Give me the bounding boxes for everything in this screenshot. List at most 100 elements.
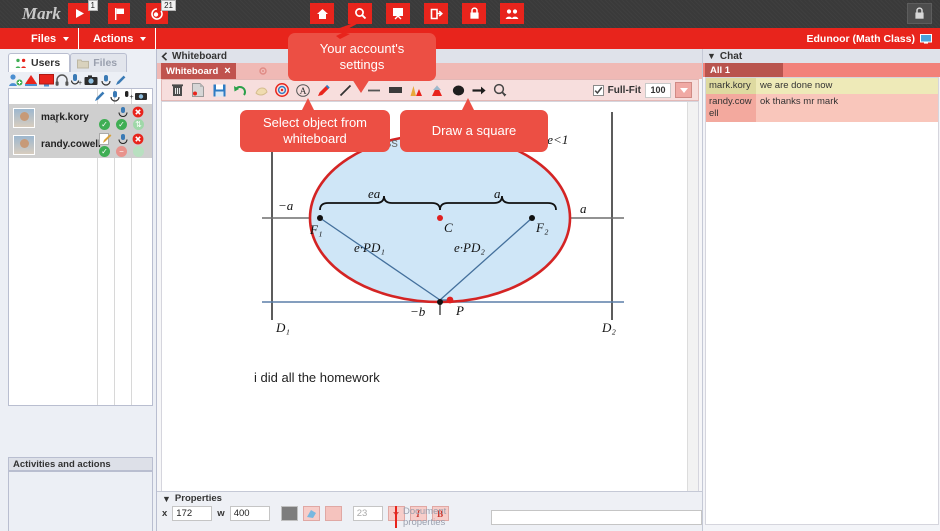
pen-icon[interactable] xyxy=(315,81,333,99)
group-icon[interactable] xyxy=(500,3,524,24)
label-ePD2: e·PD₂ xyxy=(454,240,485,255)
headset-icon xyxy=(55,73,69,86)
gear-icon[interactable] xyxy=(257,65,269,77)
label-ePD1: e·PD₁ xyxy=(354,240,385,255)
label-neg-b: −b xyxy=(410,304,426,319)
mic-icon[interactable] xyxy=(117,106,129,118)
pen-icon xyxy=(116,75,126,85)
whiteboard-canvas[interactable]: e·PD₁+e·PD₂=2a 0<e<1 b −b a −a C F₁ F₂ P… xyxy=(161,101,699,531)
properties-title: Properties xyxy=(174,493,222,504)
mic-camera-header-icon: + xyxy=(125,91,147,101)
save-icon[interactable] xyxy=(210,81,228,99)
zoom-input[interactable]: 100 xyxy=(645,82,671,98)
x-input[interactable]: 172 xyxy=(172,506,213,521)
list-item: mark.kory we are done now xyxy=(706,78,938,94)
canvas-scrollbar[interactable] xyxy=(687,102,698,531)
fill-color-swatch[interactable] xyxy=(280,506,298,521)
close-icon[interactable]: × xyxy=(224,65,230,77)
status-sync-icon[interactable]: ⇅ xyxy=(133,119,144,130)
arrow-icon[interactable] xyxy=(470,81,488,99)
whiteboard-tool-group: A xyxy=(168,81,509,99)
chevron-left-icon[interactable] xyxy=(161,51,168,61)
text-icon[interactable]: A xyxy=(294,81,312,99)
svg-text:+: + xyxy=(130,94,134,101)
target-icon[interactable] xyxy=(273,81,291,99)
whiteboard-toolbar: A Full-Fit 100 xyxy=(161,79,699,101)
presenter-icon xyxy=(25,75,37,86)
chevron-down-icon xyxy=(679,87,688,93)
status-check-icon[interactable]: ✓ xyxy=(116,119,127,130)
chat-panel: ▼ Chat All 1 mark.kory we are done now r… xyxy=(702,49,940,531)
status-check-icon[interactable]: ✓ xyxy=(99,146,110,157)
mic-mute-icon xyxy=(101,74,111,86)
font-size-input[interactable]: 23 xyxy=(352,506,383,521)
main-menubar: Files Actions Edunoor (Math Class) xyxy=(0,28,940,49)
activities-panel[interactable] xyxy=(8,471,153,531)
status-blank-icon[interactable] xyxy=(133,146,144,157)
document-properties-input[interactable] xyxy=(491,509,702,525)
chat-text: we are done now xyxy=(756,78,938,94)
session-lock-icon[interactable] xyxy=(907,3,932,24)
rectangle-icon[interactable] xyxy=(386,81,404,99)
canvas-text-object[interactable]: i did all the homework xyxy=(254,370,380,385)
document-icon[interactable] xyxy=(189,81,207,99)
mic-icon[interactable] xyxy=(117,133,129,145)
top-toolbar: Mark 1 21 xyxy=(0,0,940,28)
sidebar-toolbar: + xyxy=(8,72,150,88)
zoom-dropdown-button[interactable] xyxy=(675,82,692,98)
edit-note-icon[interactable] xyxy=(99,133,112,145)
mic-header-icon xyxy=(110,91,120,102)
w-input[interactable]: 400 xyxy=(229,506,270,521)
sidebar-tabs: Users Files xyxy=(8,53,128,72)
easel-icon[interactable] xyxy=(386,3,410,24)
sidebar-tab-users[interactable]: Users xyxy=(8,53,71,72)
remove-user-icon[interactable] xyxy=(132,133,144,145)
callout-draw-square-text: Draw a square xyxy=(431,123,517,138)
status-check-icon[interactable]: ✓ xyxy=(99,119,110,130)
play-button[interactable]: 1 xyxy=(68,0,98,24)
list-item: randy.cowell ok thanks mr mark xyxy=(706,94,938,122)
properties-header[interactable]: ▼ Properties xyxy=(157,492,702,505)
chevron-down-icon: ▼ xyxy=(707,51,716,61)
whiteboard-panel-title: Whiteboard xyxy=(172,50,227,62)
call-badge: 21 xyxy=(161,0,176,11)
zoom-select-icon[interactable] xyxy=(491,81,509,99)
callout-select-object-text: Select object from whiteboard xyxy=(262,115,368,146)
share-icon[interactable] xyxy=(424,3,448,24)
sidebar-tab-files[interactable]: Files xyxy=(70,53,128,72)
polygon-icon[interactable] xyxy=(428,81,446,99)
chat-tab-all[interactable]: All 1 xyxy=(705,63,783,77)
menu-actions[interactable]: Actions xyxy=(84,28,157,49)
triangle-icon[interactable] xyxy=(407,81,425,99)
call-button[interactable]: 21 xyxy=(146,0,176,24)
ellipse-icon[interactable] xyxy=(449,81,467,99)
flag-button[interactable] xyxy=(108,3,130,24)
user-name: randy.cowell xyxy=(41,139,101,150)
menu-files[interactable]: Files xyxy=(22,28,80,49)
hand-icon[interactable] xyxy=(252,81,270,99)
fullfit-checkbox[interactable] xyxy=(592,84,604,96)
menu-actions-label: Actions xyxy=(93,32,134,45)
account-label[interactable]: Edunoor (Math Class) xyxy=(806,28,932,49)
trash-icon[interactable] xyxy=(168,81,186,99)
camera-icon xyxy=(84,74,98,85)
chat-message-list[interactable]: mark.kory we are done now randy.cowell o… xyxy=(705,77,939,525)
play-badge: 1 xyxy=(87,0,98,11)
sidebar-tab-users-label: Users xyxy=(31,57,61,69)
chat-tab-all-label: All 1 xyxy=(710,64,731,76)
tab-whiteboard[interactable]: Whiteboard × xyxy=(161,63,236,79)
label-D2: D₂ xyxy=(601,320,616,335)
label-F2: F₂ xyxy=(535,220,549,235)
menu-files-label: Files xyxy=(31,32,57,45)
undo-icon[interactable] xyxy=(231,81,249,99)
stroke-color-swatch[interactable] xyxy=(324,506,342,521)
document-properties-group: Document properties xyxy=(395,506,702,528)
status-minus-icon[interactable]: − xyxy=(116,146,127,157)
remove-user-icon[interactable] xyxy=(132,106,144,118)
eraser-icon[interactable] xyxy=(302,506,320,521)
user-status-row: ✓ − xyxy=(99,146,144,157)
callout-draw-square: Draw a square xyxy=(400,110,548,152)
padlock-icon[interactable] xyxy=(462,3,486,24)
chevron-down-icon xyxy=(140,36,147,41)
chat-header[interactable]: ▼ Chat xyxy=(703,49,940,63)
